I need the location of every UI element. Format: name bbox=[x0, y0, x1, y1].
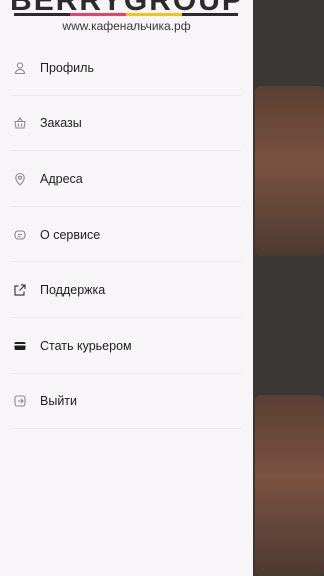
background-card bbox=[255, 395, 324, 576]
card-icon bbox=[13, 339, 27, 353]
menu-item-about-service[interactable]: О сервисе bbox=[0, 207, 253, 263]
menu-item-label: Профиль bbox=[40, 60, 94, 75]
share-support-icon bbox=[13, 283, 27, 297]
menu-item-profile[interactable]: Профиль bbox=[0, 40, 253, 96]
menu-item-logout[interactable]: Выйти bbox=[0, 374, 253, 430]
location-pin-icon bbox=[13, 172, 27, 186]
logout-icon bbox=[13, 394, 27, 408]
menu-item-label: Поддержка bbox=[40, 283, 106, 298]
menu-item-label: О сервисе bbox=[40, 227, 101, 242]
menu-item-label: Заказы bbox=[40, 116, 82, 131]
menu-item-label: Стать курьером bbox=[40, 338, 132, 353]
drawer-menu: Профиль Заказы Адреса О сервисе Поддержк… bbox=[0, 40, 253, 429]
logo-url: www.кафенальчика.рф bbox=[62, 19, 191, 33]
logo-stripe bbox=[14, 13, 238, 16]
side-drawer: BERRYGROUP www.кафенальчика.рф Профиль З… bbox=[0, 0, 253, 576]
background-card bbox=[255, 86, 324, 256]
menu-item-addresses[interactable]: Адреса bbox=[0, 151, 253, 207]
service-info-icon bbox=[13, 228, 27, 242]
menu-item-become-courier[interactable]: Стать курьером bbox=[0, 318, 253, 374]
menu-item-label: Адреса bbox=[40, 171, 83, 186]
menu-item-orders[interactable]: Заказы bbox=[0, 96, 253, 152]
menu-item-label: Выйти bbox=[40, 394, 78, 409]
user-icon bbox=[13, 61, 27, 75]
basket-icon bbox=[13, 116, 27, 130]
menu-item-support[interactable]: Поддержка bbox=[0, 262, 253, 318]
logo: BERRYGROUP www.кафенальчика.рф bbox=[0, 0, 253, 40]
